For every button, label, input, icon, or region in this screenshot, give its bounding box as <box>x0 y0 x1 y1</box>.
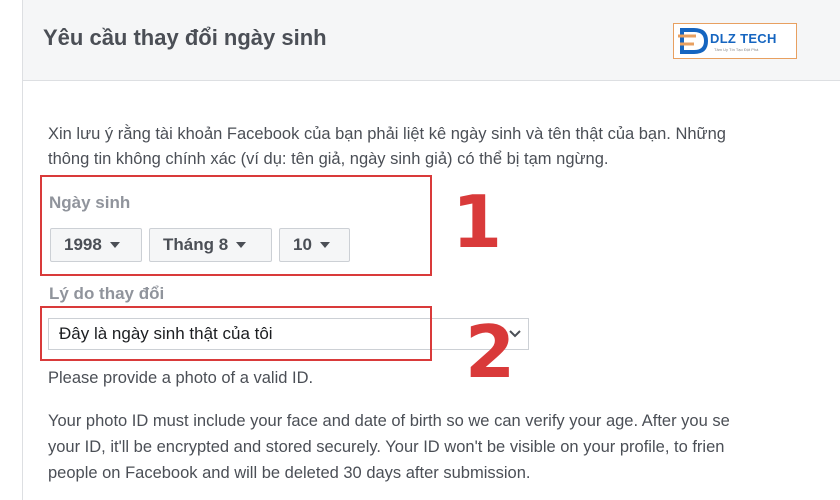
photo-info-line-2: your ID, it'll be encrypted and stored s… <box>48 438 725 456</box>
dlz-logo-icon <box>678 28 709 54</box>
intro-line-2: thông tin không chính xác (ví dụ: tên gi… <box>48 150 609 168</box>
intro-line-1: Xin lưu ý rằng tài khoản Facebook của bạ… <box>48 125 726 143</box>
photo-info-line-1: Your photo ID must include your face and… <box>48 412 730 430</box>
brand-logo: DLZ TECH Tâm Uy Tín Tạo Đột Phá <box>673 23 797 59</box>
dialog-header: Yêu cầu thay đổi ngày sinh DLZ TECH Tâm … <box>22 0 840 81</box>
frame-border <box>22 80 23 500</box>
intro-text: Xin lưu ý rằng tài khoản Facebook của bạ… <box>48 122 838 172</box>
logo-tagline: Tâm Uy Tín Tạo Đột Phá <box>714 47 759 52</box>
page-title: Yêu cầu thay đổi ngày sinh <box>43 25 327 50</box>
logo-text: DLZ TECH <box>710 31 777 46</box>
annotation-marker-2: 2 <box>465 310 516 394</box>
photo-info: Your photo ID must include your face and… <box>48 408 838 486</box>
annotation-marker-1: 1 <box>452 180 503 264</box>
photo-prompt: Please provide a photo of a valid ID. <box>48 369 314 387</box>
highlight-box-birthday <box>40 175 432 276</box>
reason-label: Lý do thay đổi <box>49 284 165 303</box>
highlight-box-reason <box>40 306 432 361</box>
photo-info-line-3: people on Facebook and will be deleted 3… <box>48 464 531 482</box>
